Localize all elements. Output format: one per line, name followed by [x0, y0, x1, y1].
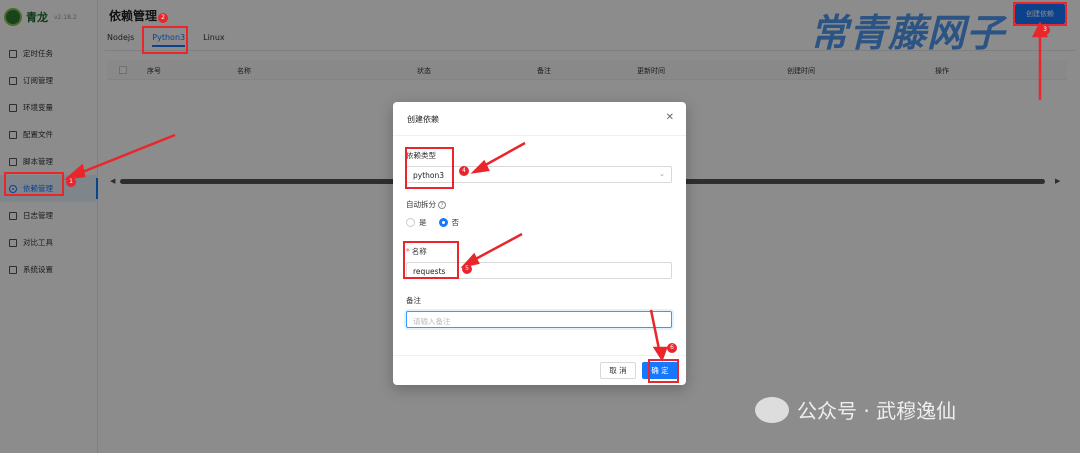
- highlight-type-field: [405, 147, 454, 189]
- help-icon[interactable]: ?: [438, 201, 446, 209]
- split-label-text: 自动拆分: [406, 200, 436, 209]
- annotation-5: 5: [462, 264, 472, 274]
- highlight-create-button: [1013, 2, 1067, 26]
- split-radio-group: 是 否: [406, 217, 459, 228]
- highlight-name-field: [403, 241, 459, 279]
- radio-yes-label: 是: [419, 218, 427, 227]
- modal-title: 创建依赖: [407, 115, 439, 124]
- highlight-tab-python3: [142, 26, 188, 54]
- cancel-button[interactable]: 取 消: [600, 362, 636, 379]
- annotation-6: 6: [667, 343, 677, 353]
- modal-footer-divider: [393, 355, 686, 356]
- radio-no[interactable]: [438, 218, 448, 227]
- remark-label: 备注: [406, 296, 421, 305]
- split-label: 自动拆分?: [406, 199, 446, 210]
- close-icon[interactable]: ✕: [666, 112, 674, 123]
- radio-no-label: 否: [451, 218, 460, 227]
- app-page: 青龙 v2.18.2 定时任务 订阅管理 环境变量 配置文件 脚本管理 依赖管理…: [0, 0, 1080, 453]
- remark-placeholder: 请输入备注: [413, 317, 451, 326]
- annotation-4: 4: [459, 166, 469, 176]
- watermark-bottom: 公众号 · 武穆逸仙: [755, 395, 956, 424]
- highlight-sidebar-dependency: [4, 172, 64, 196]
- annotation-1: 1: [66, 177, 76, 187]
- watermark-bottom-text: 公众号 · 武穆逸仙: [797, 399, 957, 423]
- highlight-confirm-button: [648, 359, 679, 383]
- annotation-2: 2: [158, 13, 168, 23]
- modal-header: 创建依赖 ✕: [393, 102, 686, 136]
- annotation-3: 3: [1040, 25, 1050, 35]
- wechat-icon: [755, 396, 789, 423]
- radio-yes[interactable]: [406, 218, 415, 227]
- remark-input[interactable]: 请输入备注: [406, 311, 672, 328]
- chevron-down-icon: ⌄: [659, 170, 665, 178]
